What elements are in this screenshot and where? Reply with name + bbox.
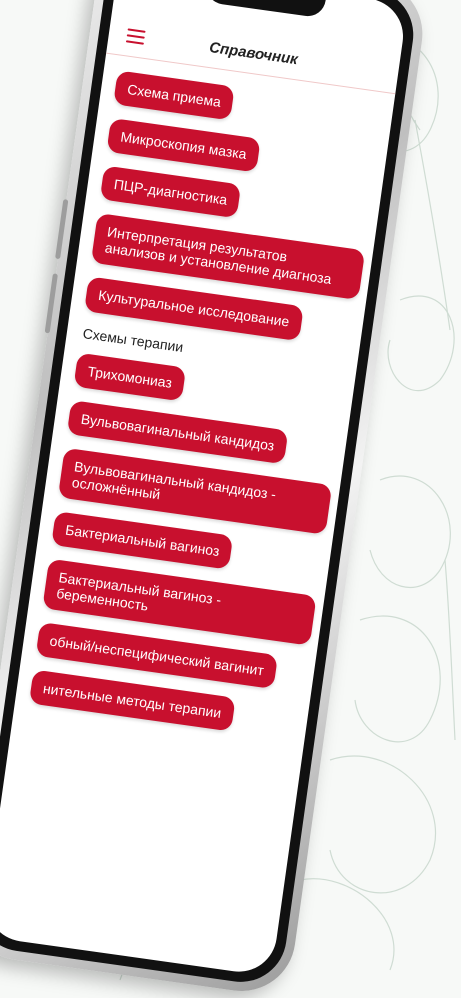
therapy-button-trichomoniasis[interactable]: Трихомониаз	[73, 352, 187, 402]
therapy-button-bacterial-vaginosis[interactable]: Бактериальный вагиноз	[51, 510, 234, 570]
menu-button-smear-microscopy[interactable]: Микроскопия мазка	[106, 118, 261, 173]
page-title: Справочник	[208, 38, 299, 69]
menu-button-pcr-diagnostics[interactable]: ПЦР-диагностика	[99, 165, 242, 219]
menu-button-intake-scheme[interactable]: Схема приема	[113, 70, 236, 121]
phone-notch	[204, 0, 327, 19]
